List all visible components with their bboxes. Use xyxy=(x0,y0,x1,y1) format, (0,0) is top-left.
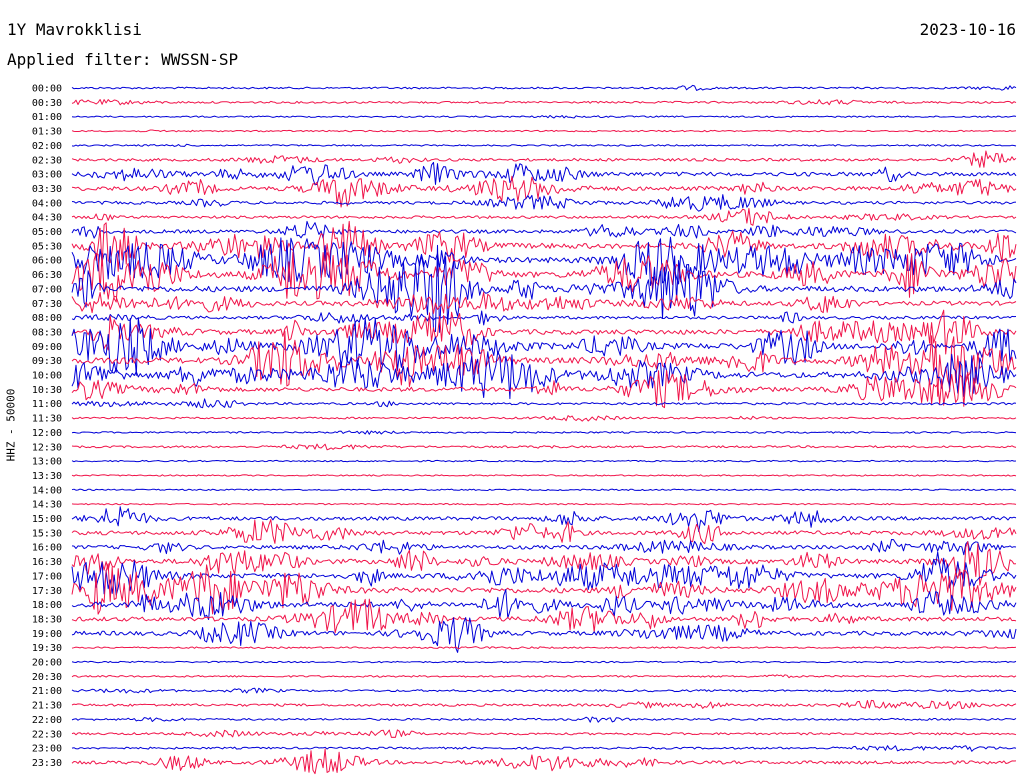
time-tick-label: 13:00 xyxy=(32,457,62,468)
seismic-trace-2300 xyxy=(71,745,1017,752)
seismic-trace-0400 xyxy=(71,194,1017,212)
time-tick-label: 08:30 xyxy=(32,327,62,338)
time-tick-label: 11:30 xyxy=(32,414,62,425)
time-tick-label: 13:30 xyxy=(32,471,62,482)
seismic-trace-2000 xyxy=(71,660,1017,664)
time-tick-label: 16:30 xyxy=(32,557,62,568)
time-tick-label: 07:30 xyxy=(32,299,62,310)
time-tick-label: 15:30 xyxy=(32,528,62,539)
time-tick-label: 03:00 xyxy=(32,170,62,181)
time-tick-label: 17:00 xyxy=(32,571,62,582)
time-tick-label: 18:30 xyxy=(32,614,62,625)
time-tick-label: 07:00 xyxy=(32,284,62,295)
time-tick-label: 21:00 xyxy=(32,686,62,697)
time-tick-label: 19:30 xyxy=(32,643,62,654)
time-tick-label: 09:00 xyxy=(32,342,62,353)
time-tick-label: 00:30 xyxy=(32,98,62,109)
time-tick-label: 08:00 xyxy=(32,313,62,324)
time-tick-label: 10:00 xyxy=(32,371,62,382)
seismic-trace-1130 xyxy=(71,415,1017,422)
helicorder-plot: 00:00 00:30 01:00 01:30 02:00 02:30 03:00 03:30… xyxy=(32,84,1017,775)
time-tick-label: 17:30 xyxy=(32,586,62,597)
time-tick-label: 12:00 xyxy=(32,428,62,439)
seismic-trace-1430 xyxy=(71,503,1017,506)
time-tick-label: 02:30 xyxy=(32,155,62,166)
seismic-trace-1300 xyxy=(71,459,1017,463)
seismic-trace-1100 xyxy=(71,398,1017,409)
time-tick-label: 22:30 xyxy=(32,729,62,740)
seismic-trace-0100 xyxy=(71,114,1017,119)
seismic-trace-1330 xyxy=(71,474,1017,477)
time-tick-label: 12:30 xyxy=(32,442,62,453)
seismic-trace-0130 xyxy=(71,129,1017,133)
time-tick-label: 10:30 xyxy=(32,385,62,396)
time-tick-label: 04:30 xyxy=(32,213,62,224)
seismic-trace-1030 xyxy=(71,370,1017,409)
time-tick-label: 01:00 xyxy=(32,112,62,123)
time-tick-label: 16:00 xyxy=(32,543,62,554)
seismic-trace-0800 xyxy=(71,310,1017,326)
time-tick-label: 23:00 xyxy=(32,744,62,755)
seismic-trace-0500 xyxy=(71,220,1017,239)
time-tick-label: 18:00 xyxy=(32,600,62,611)
seismic-trace-0200 xyxy=(71,143,1017,147)
time-tick-label: 14:00 xyxy=(32,485,62,496)
seismic-trace-1600 xyxy=(71,539,1017,556)
time-tick-label: 20:30 xyxy=(32,672,62,683)
time-tick-label: 22:00 xyxy=(32,715,62,726)
time-tick-label: 04:00 xyxy=(32,198,62,209)
time-tick-label: 02:00 xyxy=(32,141,62,152)
time-tick-label: 09:30 xyxy=(32,356,62,367)
time-tick-label: 06:00 xyxy=(32,256,62,267)
time-tick-label: 20:00 xyxy=(32,658,62,669)
seismic-trace-1200 xyxy=(71,430,1017,435)
seismic-trace-2130 xyxy=(71,699,1017,710)
seismic-trace-2030 xyxy=(71,674,1017,679)
seismic-trace-0030 xyxy=(71,99,1017,106)
time-tick-label: 05:00 xyxy=(32,227,62,238)
time-tick-label: 11:00 xyxy=(32,399,62,410)
time-tick-label: 03:30 xyxy=(32,184,62,195)
seismic-trace-1230 xyxy=(71,443,1017,451)
seismic-trace-0430 xyxy=(71,208,1017,226)
seismic-trace-0000 xyxy=(71,84,1017,91)
seismic-trace-2200 xyxy=(71,716,1017,723)
time-tick-label: 01:30 xyxy=(32,127,62,138)
seismic-trace-1500 xyxy=(71,506,1017,533)
seismic-trace-1930 xyxy=(71,646,1017,650)
time-tick-label: 19:00 xyxy=(32,629,62,640)
seismic-trace-1530 xyxy=(71,519,1017,545)
time-tick-label: 14:30 xyxy=(32,500,62,511)
seismic-trace-1400 xyxy=(71,488,1017,491)
time-tick-label: 23:30 xyxy=(32,758,62,769)
time-tick-label: 05:30 xyxy=(32,241,62,252)
seismic-trace-2230 xyxy=(71,729,1017,738)
seismic-trace-2330 xyxy=(71,748,1017,775)
time-tick-label: 15:00 xyxy=(32,514,62,525)
seismic-trace-0730 xyxy=(71,291,1017,314)
time-tick-label: 06:30 xyxy=(32,270,62,281)
time-tick-label: 00:00 xyxy=(32,84,62,95)
seismic-trace-0300 xyxy=(71,161,1017,186)
seismic-trace-2100 xyxy=(71,687,1016,694)
seismic-trace-0230 xyxy=(71,150,1017,168)
time-tick-label: 21:30 xyxy=(32,701,62,712)
